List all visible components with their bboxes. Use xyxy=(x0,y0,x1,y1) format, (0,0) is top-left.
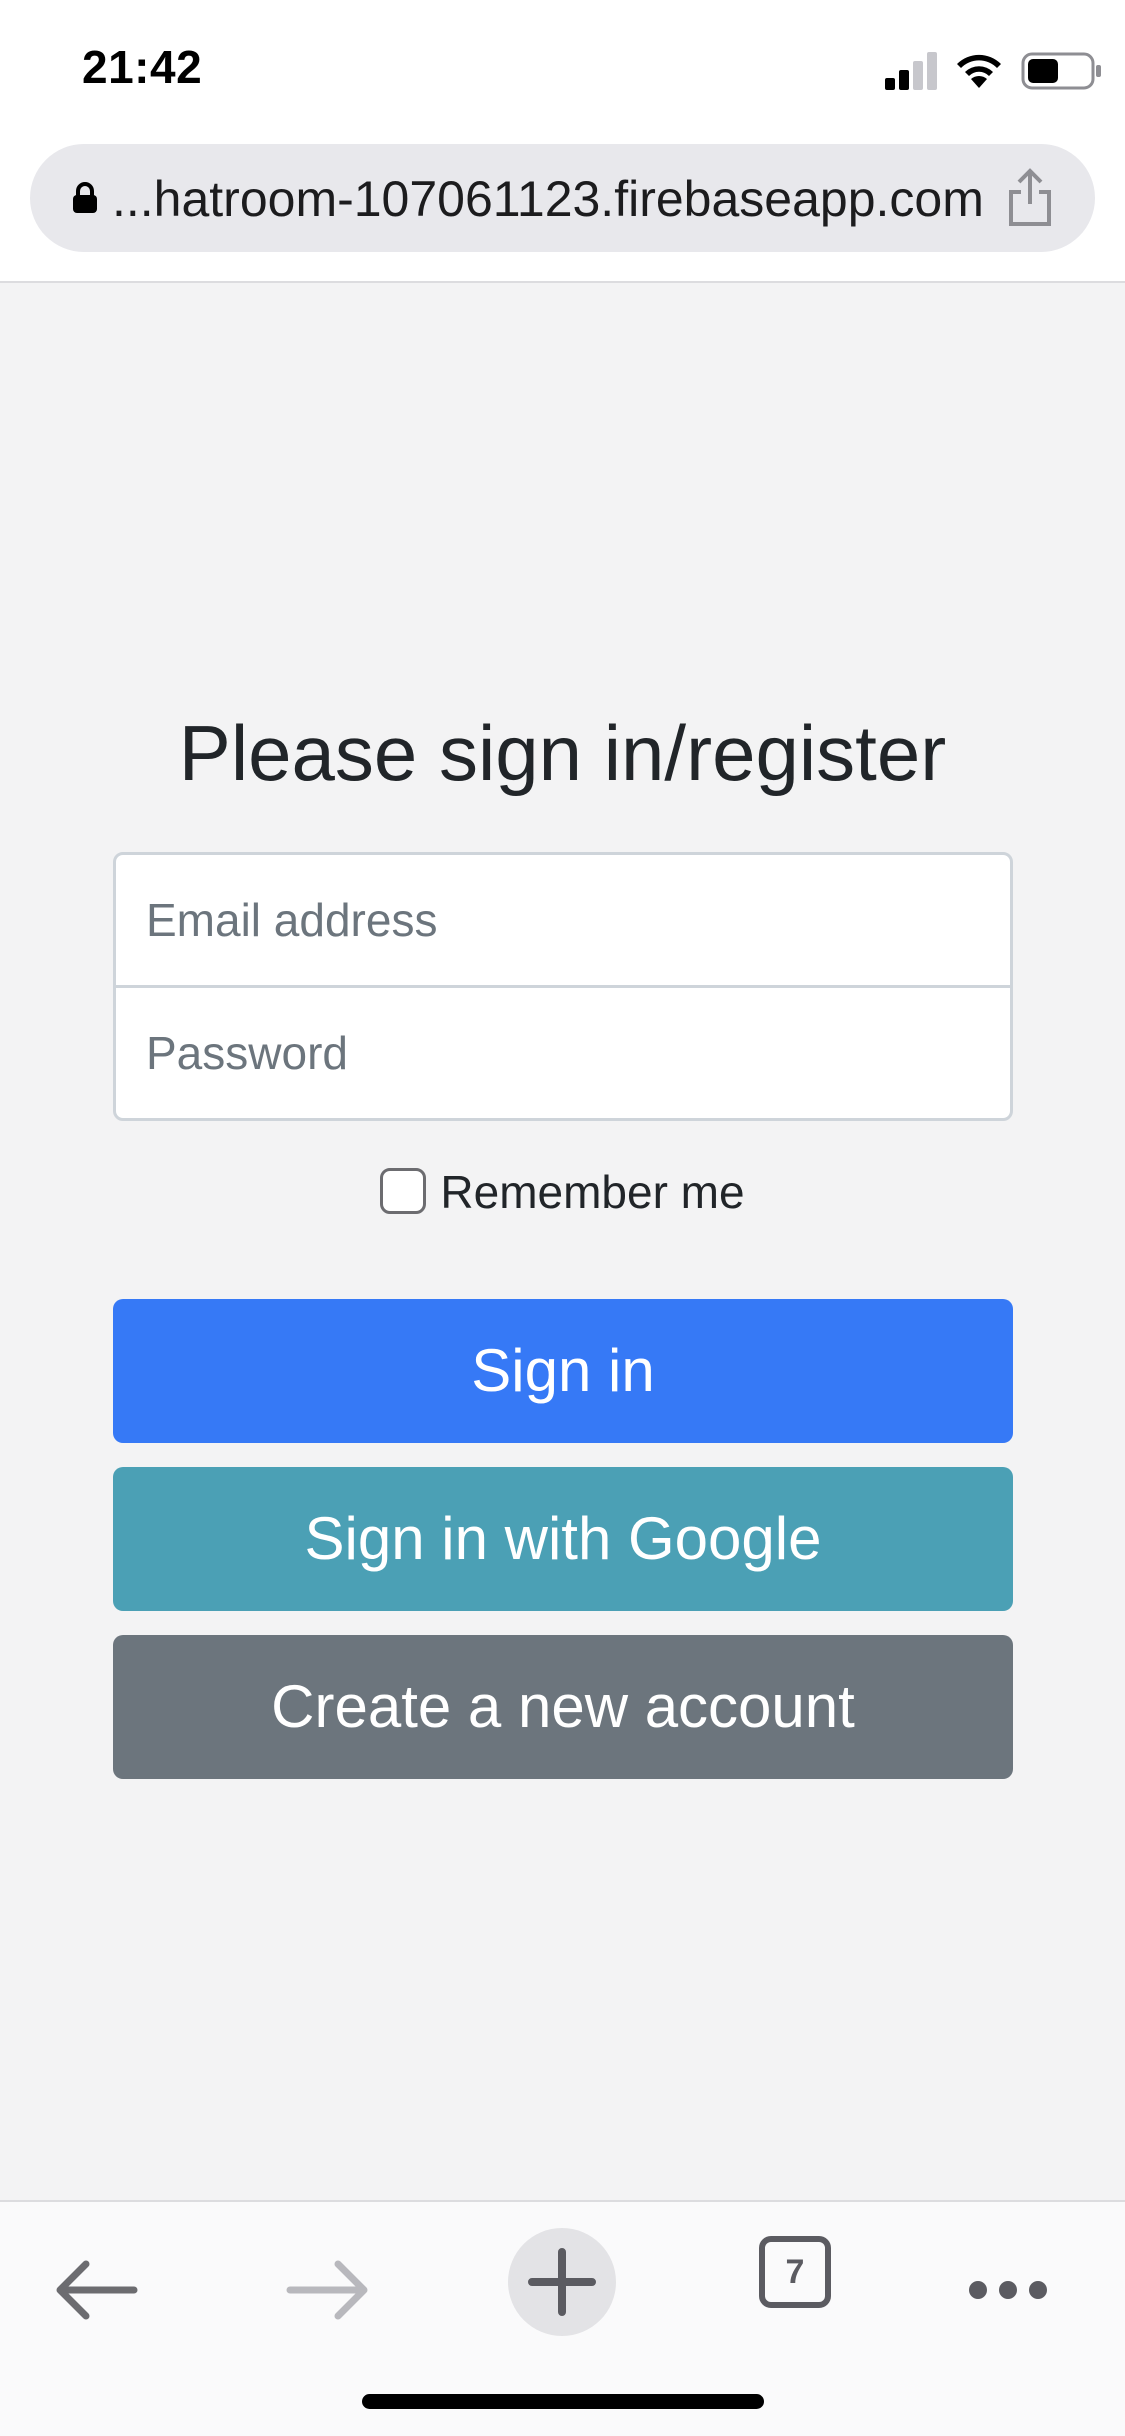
plus-icon xyxy=(528,2248,596,2316)
battery-icon xyxy=(1021,52,1101,90)
share-icon[interactable] xyxy=(1005,168,1055,228)
browser-address-area: ...hatroom-107061123.firebaseapp.com xyxy=(0,140,1125,283)
page-title: Please sign in/register xyxy=(178,709,947,797)
forward-arrow-icon xyxy=(286,2260,368,2320)
sign-in-button[interactable]: Sign in xyxy=(113,1299,1013,1443)
status-time: 21:42 xyxy=(82,41,203,93)
more-icon xyxy=(969,2281,1047,2299)
create-account-button[interactable]: Create a new account xyxy=(113,1635,1013,1779)
password-field[interactable] xyxy=(113,985,1013,1121)
email-field[interactable] xyxy=(113,852,1013,988)
url-text[interactable]: ...hatroom-107061123.firebaseapp.com xyxy=(112,170,1012,228)
tab-count: 7 xyxy=(785,2253,805,2291)
wifi-icon xyxy=(957,54,1001,88)
lock-icon xyxy=(73,182,97,213)
sign-in-with-google-button[interactable]: Sign in with Google xyxy=(113,1467,1013,1611)
remember-me-checkbox[interactable] xyxy=(380,1168,427,1214)
address-bar[interactable]: ...hatroom-107061123.firebaseapp.com xyxy=(30,144,1095,252)
status-bar: 21:42 xyxy=(0,0,1125,140)
tabs-button[interactable]: 7 xyxy=(735,2222,855,2342)
tabs-icon: 7 xyxy=(759,2236,831,2308)
remember-me-label: Remember me xyxy=(440,1166,745,1218)
forward-button[interactable] xyxy=(268,2222,388,2342)
signal-icon xyxy=(885,52,937,90)
remember-me-control[interactable]: Remember me xyxy=(380,1162,745,1222)
more-button[interactable] xyxy=(948,2222,1068,2342)
back-arrow-icon xyxy=(56,2260,138,2320)
remember-me-row: Remember me xyxy=(0,1162,1125,1222)
new-tab-button[interactable] xyxy=(502,2222,622,2342)
home-indicator[interactable] xyxy=(362,2394,764,2409)
back-button[interactable] xyxy=(36,2222,156,2342)
